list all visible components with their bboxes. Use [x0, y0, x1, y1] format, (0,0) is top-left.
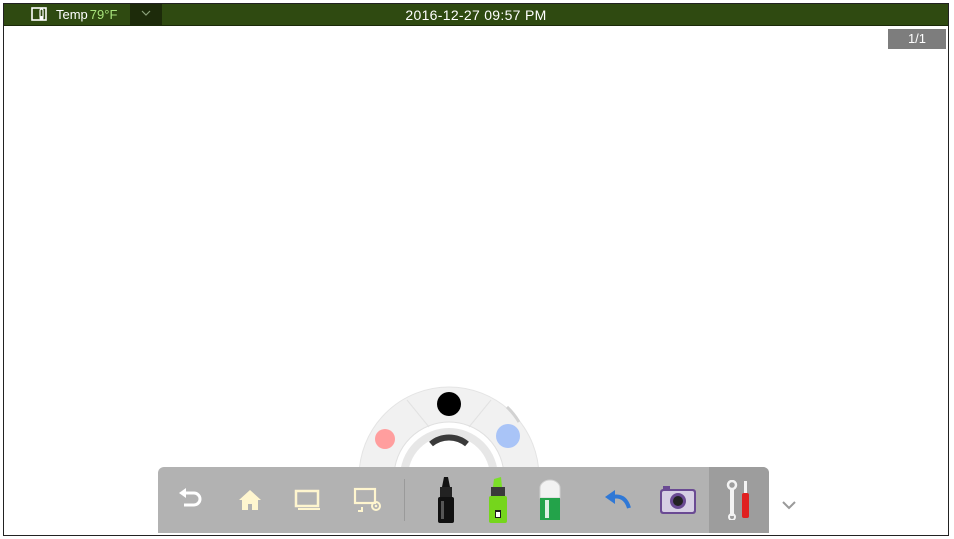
toolbar-divider [404, 479, 405, 521]
color-swatch-blue[interactable] [496, 424, 520, 448]
datetime: 2016-12-27 09:57 PM [405, 7, 547, 23]
color-swatch-black[interactable] [437, 392, 461, 416]
pen-color-wheel [358, 386, 540, 477]
home-button[interactable] [226, 467, 274, 533]
undo-icon [605, 490, 631, 509]
back-arrow-icon [179, 488, 202, 507]
window-button[interactable] [284, 467, 332, 533]
camera-button[interactable] [654, 467, 702, 533]
highlighter-icon [489, 477, 507, 523]
status-bar: Temp 79°F 2016-12-27 09:57 PM [4, 4, 948, 26]
expand-toolbar-icon[interactable] [780, 499, 798, 513]
page-indicator[interactable]: 1/1 [888, 29, 946, 49]
back-button[interactable] [166, 467, 214, 533]
highlighter-button[interactable] [474, 467, 522, 533]
display-settings-button[interactable] [344, 467, 392, 533]
home-icon [239, 490, 261, 510]
tools-icon [726, 480, 749, 520]
marker-button[interactable] [422, 467, 470, 533]
camera-icon [660, 486, 696, 514]
marker-pen-icon [438, 477, 454, 523]
whiteboard-window: Temp 79°F 2016-12-27 09:57 PM 1/1 [3, 3, 949, 536]
color-swatch-red[interactable] [375, 429, 395, 449]
window-icon [294, 489, 320, 510]
display-settings-icon [353, 487, 381, 512]
bottom-toolbar [158, 467, 769, 533]
eraser-button[interactable] [526, 467, 574, 533]
undo-button[interactable] [594, 467, 642, 533]
eraser-icon [539, 479, 561, 520]
tools-button[interactable] [709, 467, 769, 533]
